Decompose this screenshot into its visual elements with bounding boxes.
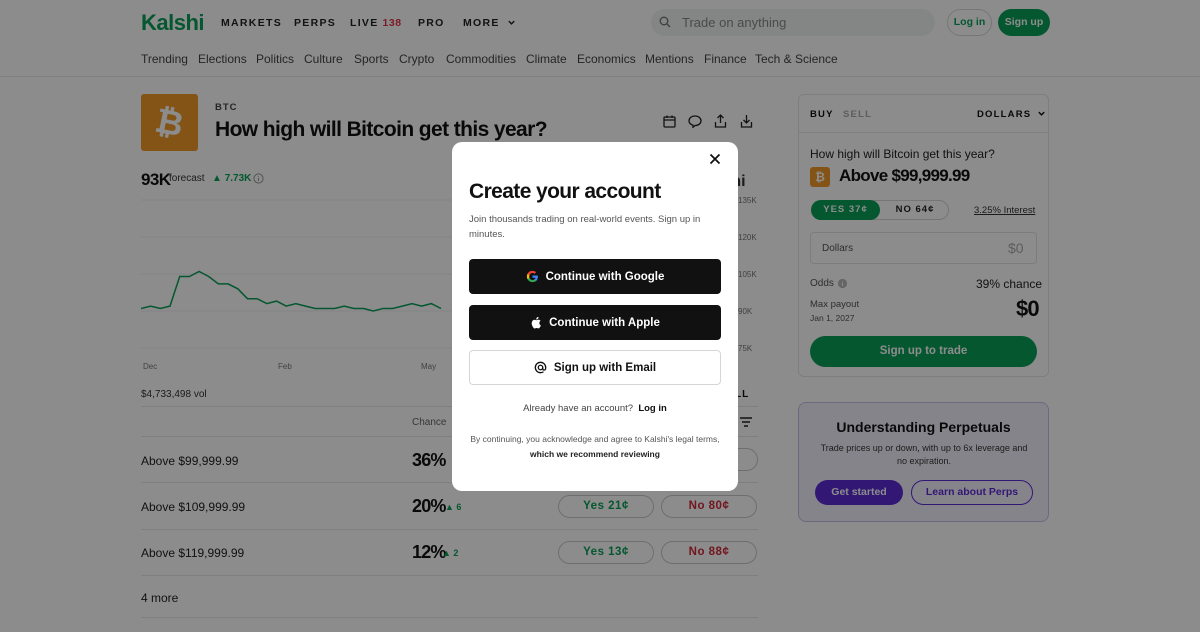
close-icon[interactable]: [709, 153, 721, 165]
google-icon: [526, 270, 538, 283]
modal-subtitle: Join thousands trading on real-world eve…: [469, 214, 701, 240]
modal-title: Create your account: [469, 180, 661, 203]
have-account-label: Already have an account?: [523, 403, 634, 414]
have-account-text: Already have an account? Log in: [452, 403, 738, 414]
apple-button-inner: Continue with Apple: [469, 305, 721, 340]
email-button-label: Sign up with Email: [553, 361, 657, 374]
email-button[interactable]: Sign up with Email: [469, 350, 721, 385]
legal-text: By continuing, you acknowledge and agree…: [470, 432, 720, 461]
google-button-label: Continue with Google: [545, 270, 665, 283]
legal-link[interactable]: which we recommend reviewing: [530, 449, 660, 459]
legal-label: By continuing, you acknowledge and agree…: [470, 434, 720, 444]
at-sign-icon: [534, 361, 547, 374]
apple-icon: [531, 316, 541, 329]
google-button[interactable]: Continue with Google: [469, 259, 721, 294]
email-button-inner: Sign up with Email: [470, 351, 720, 384]
modal-login-link[interactable]: Log in: [638, 403, 667, 414]
apple-button-label: Continue with Apple: [549, 316, 660, 329]
apple-button[interactable]: Continue with Apple: [469, 305, 721, 340]
google-button-inner: Continue with Google: [469, 259, 721, 294]
